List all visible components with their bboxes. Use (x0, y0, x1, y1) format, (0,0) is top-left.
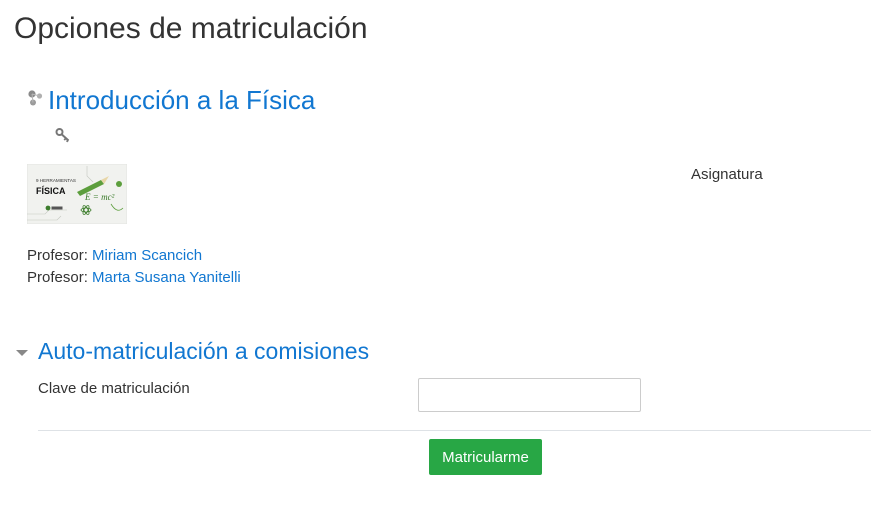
teacher-role: Profesor: (27, 247, 88, 264)
teacher-role: Profesor: (27, 269, 88, 286)
key-icon (55, 128, 70, 143)
teacher-link[interactable]: Marta Susana Yanitelli (92, 269, 241, 286)
form-divider (38, 430, 871, 431)
image-formula: E = mc² (84, 192, 115, 202)
caret-down-icon[interactable] (15, 348, 29, 358)
teacher-row: Profesor: Marta Susana Yanitelli (27, 269, 241, 287)
image-dot (116, 181, 122, 187)
image-heading-big: FÍSICA (36, 186, 66, 196)
enrolment-key-input[interactable] (418, 378, 641, 412)
page-title: Opciones de matriculación (14, 12, 368, 45)
enrolment-key-label: Clave de matriculación (38, 380, 190, 397)
enrol-me-button[interactable]: Matricularme (429, 439, 542, 475)
teacher-link[interactable]: Miriam Scancich (92, 247, 202, 264)
image-heading-small: 9 HERRAMIENTAS (36, 178, 76, 183)
course-image: 9 HERRAMIENTAS FÍSICA E = mc² (27, 164, 127, 224)
section-title[interactable]: Auto-matriculación a comisiones (38, 335, 369, 367)
course-icon (28, 90, 43, 106)
course-title-link[interactable]: Introducción a la Física (48, 83, 315, 117)
teacher-row: Profesor: Miriam Scancich (27, 247, 202, 265)
course-category: Asignatura (691, 166, 763, 183)
